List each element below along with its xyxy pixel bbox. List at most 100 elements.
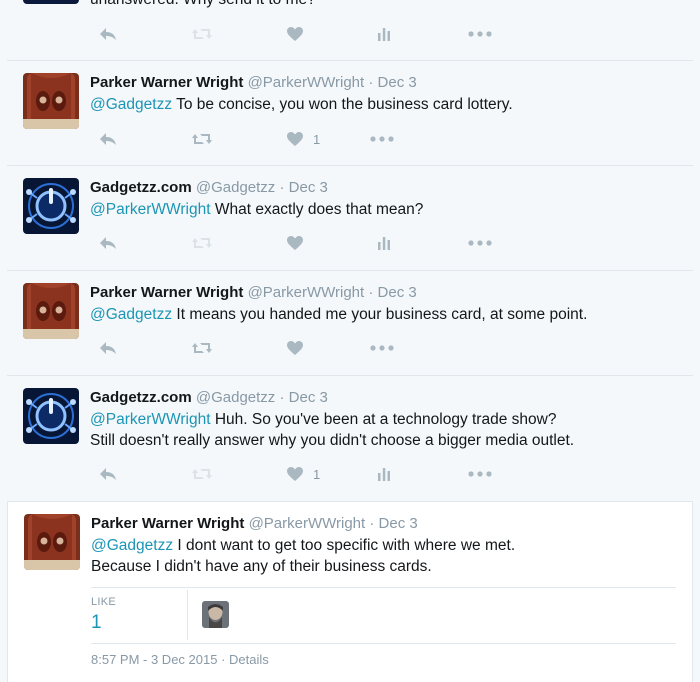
retweet-button[interactable] [191,462,213,486]
avatar-parker[interactable] [23,73,79,129]
author-handle[interactable]: @ParkerWWright [248,284,365,301]
avatar-parker[interactable] [24,514,80,570]
author-name[interactable]: Parker Warner Wright [90,74,243,91]
analytics-icon [378,468,390,481]
tweet-text: unanswered. Why send it to me? [90,0,683,10]
analytics-icon [378,28,390,41]
like-button[interactable] [286,336,304,360]
like-button[interactable]: 1 [286,127,320,151]
analytics-button[interactable] [377,22,391,46]
like-icon [287,132,303,146]
tweet-date[interactable]: Dec 3 [378,74,417,91]
like-button[interactable] [286,22,304,46]
tweet-date[interactable]: Dec 3 [289,389,328,406]
avatar-gadgetzz[interactable] [23,178,79,234]
tweet[interactable]: Parker Warner Wright @ParkerWWright · De… [7,61,693,166]
tweet-text: @Gadgetzz I dont want to get too specifi… [91,535,682,577]
tweet-body-line2: Still doesn't really answer why you didn… [90,432,575,449]
like-count: 1 [313,131,321,147]
author-handle[interactable]: @Gadgetzz [196,179,275,196]
tweet-timestamp[interactable]: 8:57 PM - 3 Dec 2015 · Details [91,652,269,667]
more-icon [468,31,492,37]
like-icon [287,341,303,355]
mention-link[interactable]: @ParkerWWright [90,411,211,428]
reply-button[interactable] [98,22,118,46]
analytics-button[interactable] [377,231,391,255]
author-name[interactable]: Gadgetzz.com [90,389,192,406]
reply-button[interactable] [98,462,118,486]
author-name[interactable]: Gadgetzz.com [90,179,192,196]
conversation-feed: unanswered. Why send it to me? [0,0,700,682]
reply-button[interactable] [98,336,118,360]
focused-tweet[interactable]: Parker Warner Wright @ParkerWWright · De… [7,502,693,682]
reply-icon [100,28,116,40]
retweet-icon [192,238,212,248]
mention-link[interactable]: @Gadgetzz [91,537,173,554]
reply-button[interactable] [98,231,118,255]
tweet-text: @ParkerWWright Huh. So you've been at a … [90,409,683,451]
author-handle[interactable]: @Gadgetzz [196,389,275,406]
likes-count[interactable]: 1 [91,612,102,634]
tweet-actions [90,231,510,255]
mention-link[interactable]: @Gadgetzz [90,306,172,323]
mention-link[interactable]: @ParkerWWright [90,201,211,218]
tweet-body: What exactly does that mean? [210,201,424,218]
separator-dot: · [364,74,378,91]
tweet-body: I dont want to get too specific with whe… [173,537,516,554]
avatar-parker[interactable] [23,283,79,339]
author-name[interactable]: Parker Warner Wright [91,515,244,532]
reply-button[interactable] [98,127,118,151]
tweet-actions [90,336,510,360]
separator-dot: · [275,179,289,196]
tweet-body-line2: Because I didn't have any of their busin… [91,558,432,575]
more-button[interactable] [468,231,492,255]
liker-avatar[interactable] [202,601,229,628]
separator-dot: · [275,389,289,406]
tweet-body: Huh. So you've been at a technology trad… [210,411,557,428]
tweet[interactable]: Gadgetzz.com @Gadgetzz · Dec 3 @ParkerWW… [7,376,693,502]
more-icon [468,240,492,246]
more-icon [370,136,394,142]
more-button[interactable] [468,462,492,486]
author-handle[interactable]: @ParkerWWright [248,74,365,91]
avatar-gadgetzz[interactable] [23,388,79,444]
tweet-partial[interactable]: unanswered. Why send it to me? [7,0,693,61]
tweet[interactable]: Parker Warner Wright @ParkerWWright · De… [7,271,693,376]
more-icon [370,345,394,351]
tweet-date[interactable]: Dec 3 [378,284,417,301]
retweet-icon [192,469,212,479]
retweet-icon [192,343,212,353]
tweet-date[interactable]: Dec 3 [379,515,418,532]
author-handle[interactable]: @ParkerWWright [249,515,366,532]
like-icon [287,236,303,250]
more-icon [468,471,492,477]
more-button[interactable] [370,127,394,151]
retweet-button[interactable] [191,127,213,151]
tweet-actions [90,22,510,46]
author-name[interactable]: Parker Warner Wright [90,284,243,301]
retweet-button[interactable] [191,336,213,360]
analytics-button[interactable] [377,462,391,486]
tweet-text: @Gadgetzz To be concise, you won the bus… [90,94,683,115]
tweet-date[interactable]: Dec 3 [289,179,328,196]
like-icon [287,467,303,481]
like-icon [287,27,303,41]
tweet[interactable]: Gadgetzz.com @Gadgetzz · Dec 3 @ParkerWW… [7,166,693,271]
retweet-icon [192,29,212,39]
reply-icon [100,468,116,480]
separator-dot: · [364,284,378,301]
reply-icon [100,237,116,249]
mention-link[interactable]: @Gadgetzz [90,96,172,113]
likes-label: LIKE [91,596,117,608]
like-button[interactable] [286,231,304,255]
more-button[interactable] [468,22,492,46]
avatar-gadgetzz[interactable] [23,0,79,4]
more-button[interactable] [370,336,394,360]
separator-dot: · [365,515,379,532]
retweet-button[interactable] [191,22,213,46]
like-count: 1 [313,466,321,482]
retweet-button[interactable] [191,231,213,255]
tweet-text: @ParkerWWright What exactly does that me… [90,199,683,220]
like-button[interactable]: 1 [286,462,320,486]
tweet-actions: 1 [90,462,510,486]
